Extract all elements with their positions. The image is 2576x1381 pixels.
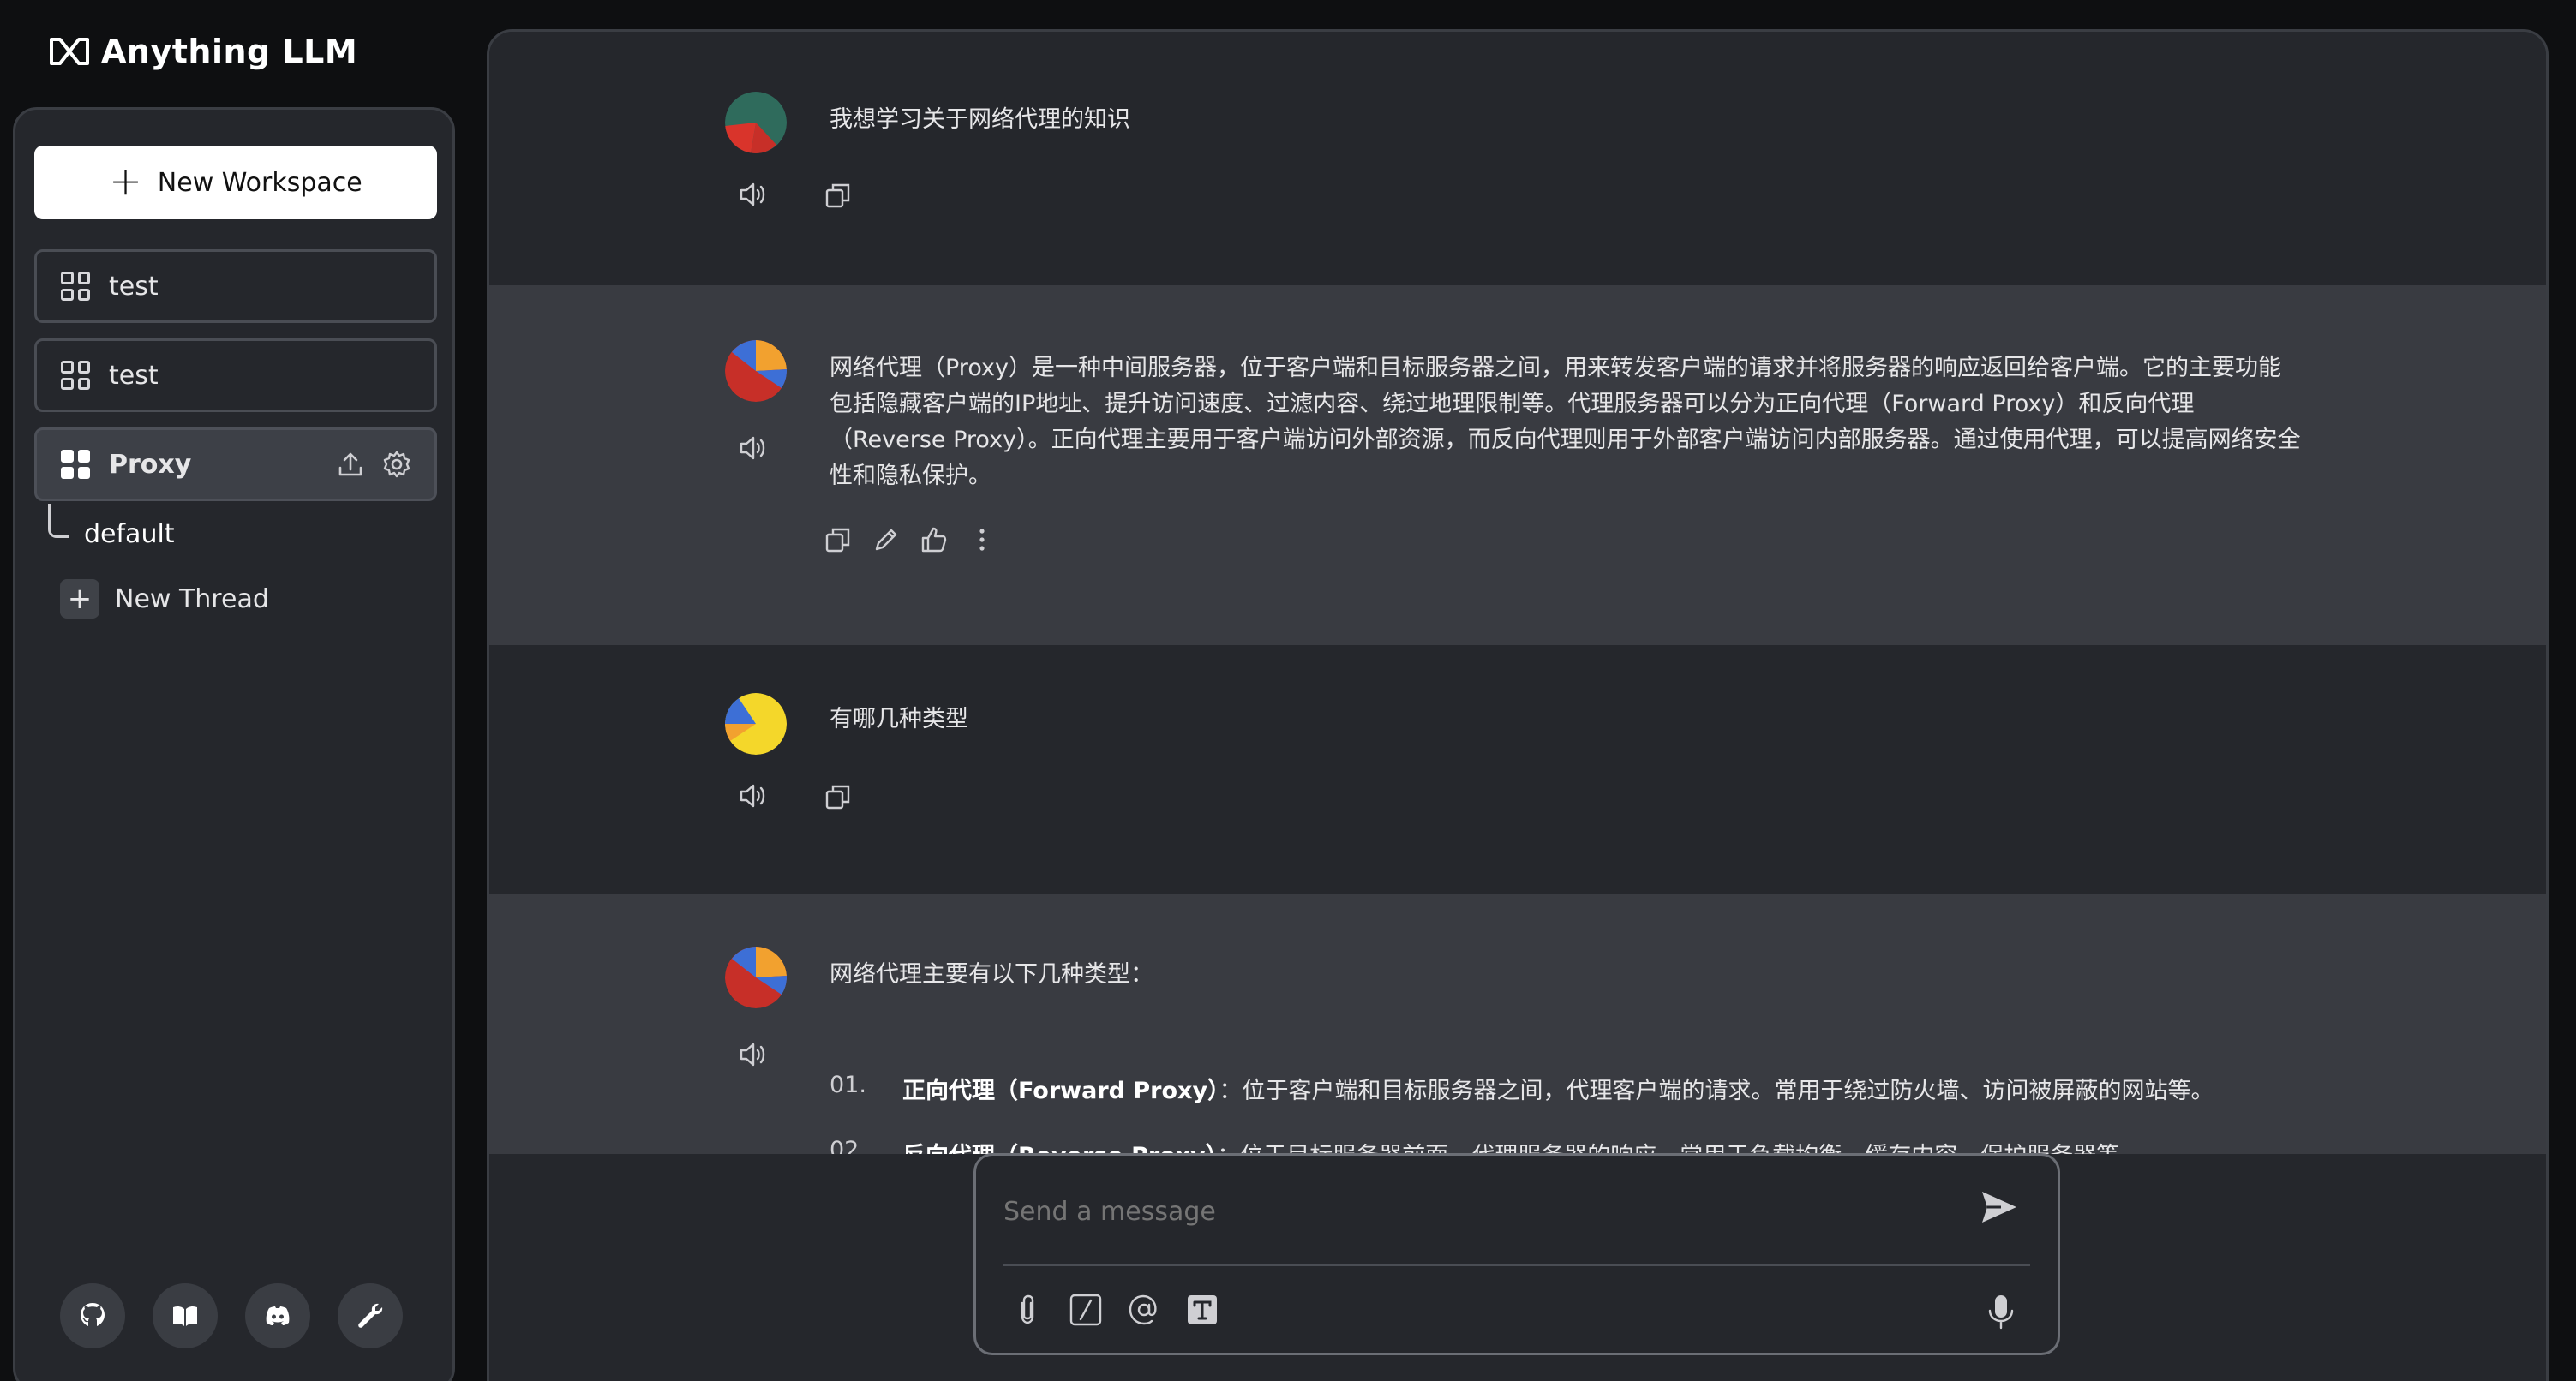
github-button[interactable]	[60, 1283, 125, 1348]
message-text: 有哪几种类型	[830, 706, 968, 732]
assistant-avatar	[725, 947, 787, 1008]
edit-pencil-icon[interactable]	[872, 525, 901, 554]
thread-item-default[interactable]: default	[84, 519, 175, 549]
text-size-icon[interactable]	[1185, 1293, 1219, 1327]
logo-icon	[50, 38, 89, 65]
attachment-icon[interactable]	[1010, 1293, 1045, 1327]
workspace-item-test-2[interactable]: test	[34, 338, 437, 412]
copy-icon[interactable]	[824, 181, 853, 210]
chat-message-user: 我想学习关于网络代理的知识	[489, 32, 2546, 285]
user-avatar	[725, 92, 787, 153]
plus-icon: +	[60, 579, 99, 619]
docs-button[interactable]	[153, 1283, 218, 1348]
list-item-desc: ：位于客户端和目标服务器之间，代理客户端的请求。常用于绕过防火墙、访问被屏蔽的网…	[1219, 1078, 2214, 1104]
app-name: Anything LLM	[101, 33, 358, 70]
workspace-item-test[interactable]: test	[34, 249, 437, 323]
plus-icon: +	[109, 158, 142, 204]
sidebar: + New Workspace test test Proxy default …	[13, 107, 455, 1381]
speaker-icon[interactable]	[738, 433, 772, 463]
settings-wrench-icon	[358, 1303, 383, 1328]
discord-button[interactable]	[245, 1283, 310, 1348]
message-input[interactable]	[1003, 1173, 1989, 1250]
workspace-item-proxy[interactable]: Proxy	[34, 427, 437, 501]
message-text: 网络代理主要有以下几种类型：	[830, 961, 1153, 988]
speaker-icon[interactable]	[738, 179, 772, 210]
workspace-settings-gear-icon[interactable]	[381, 449, 412, 480]
more-options-icon[interactable]	[967, 525, 997, 554]
workspace-grid-icon	[61, 272, 90, 301]
send-icon[interactable]	[1979, 1187, 2020, 1228]
thumbs-up-icon[interactable]	[920, 525, 949, 554]
github-icon	[81, 1303, 105, 1326]
settings-button[interactable]	[338, 1283, 403, 1348]
workspace-label: test	[109, 360, 159, 391]
upload-icon[interactable]	[335, 449, 366, 480]
composer-toolbar	[1010, 1293, 1219, 1327]
at-mention-icon[interactable]	[1127, 1293, 1161, 1327]
microphone-icon[interactable]	[1984, 1293, 2018, 1330]
composer-divider	[1003, 1264, 2030, 1266]
message-text: 网络代理（Proxy）是一种中间服务器，位于客户端和目标服务器之间，用来转发客户…	[830, 355, 2301, 489]
workspace-grid-icon	[61, 450, 90, 479]
new-thread-label: New Thread	[115, 583, 269, 614]
new-workspace-label: New Workspace	[157, 167, 362, 198]
message-text: 我想学习关于网络代理的知识	[830, 106, 1130, 133]
workspace-label: test	[109, 271, 159, 302]
new-thread-button[interactable]: + New Thread	[60, 579, 269, 619]
new-workspace-button[interactable]: + New Workspace	[34, 146, 437, 219]
sidebar-footer	[60, 1283, 403, 1348]
list-number: 01.	[830, 1072, 866, 1098]
chat-message-assistant: 网络代理（Proxy）是一种中间服务器，位于客户端和目标服务器之间，用来转发客户…	[489, 285, 2546, 645]
chat-message-assistant: 网络代理主要有以下几种类型： 01. 正向代理（Forward Proxy）：位…	[489, 894, 2546, 1185]
speaker-icon[interactable]	[738, 1039, 772, 1070]
assistant-avatar	[725, 340, 787, 402]
thread-connector-line	[48, 504, 69, 538]
workspace-label: Proxy	[109, 449, 192, 480]
speaker-icon[interactable]	[738, 780, 772, 811]
message-composer	[973, 1153, 2060, 1355]
discord-icon	[266, 1306, 290, 1325]
workspace-grid-icon	[61, 361, 90, 390]
list-item-title: 正向代理（Forward Proxy）	[902, 1078, 1219, 1104]
app-logo: Anything LLM	[48, 33, 357, 70]
list-item: 01. 正向代理（Forward Proxy）：位于客户端和目标服务器之间，代理…	[830, 1072, 2214, 1105]
docs-book-icon	[173, 1306, 197, 1326]
copy-icon[interactable]	[824, 525, 853, 554]
user-avatar	[725, 693, 787, 755]
copy-icon[interactable]	[824, 782, 853, 811]
chat-message-user: 有哪几种类型	[489, 645, 2546, 894]
slash-command-icon[interactable]	[1069, 1293, 1103, 1327]
